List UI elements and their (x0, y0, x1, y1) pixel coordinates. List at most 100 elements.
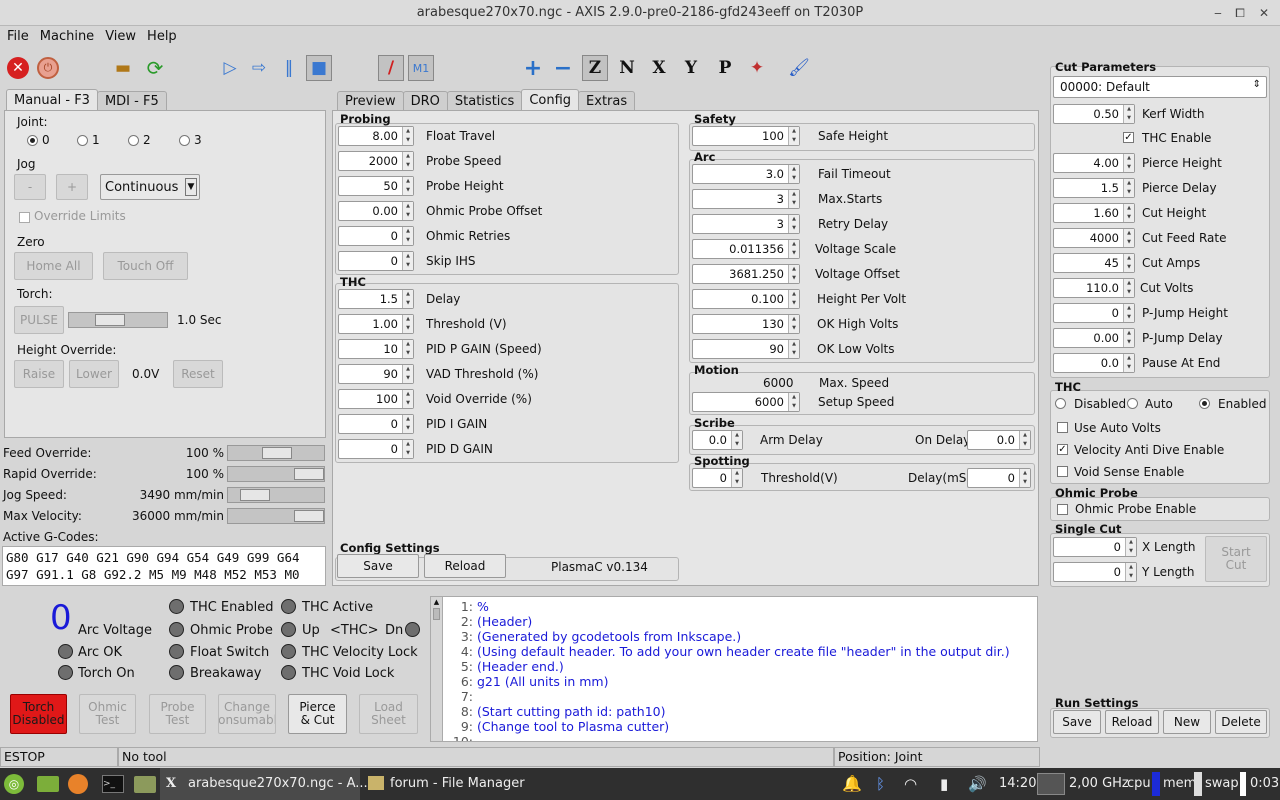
pjump-height-spinbox[interactable]: 0 ▲ ▼ (1053, 303, 1135, 323)
probe-test-button[interactable]: Probe Test (149, 694, 206, 734)
files-icon[interactable] (134, 776, 156, 793)
menu-view[interactable]: View (101, 26, 140, 48)
tab-mdi[interactable]: MDI - F5 (96, 91, 167, 111)
view-x-icon[interactable]: X (646, 55, 672, 81)
pulse-slider-thumb[interactable] (95, 314, 125, 326)
probe-height-spinbox[interactable]: 50 ▲ ▼ (338, 176, 414, 196)
thc-delay-spinbox[interactable]: 1.5 ▲ ▼ (338, 289, 414, 309)
auto-volts-checkbox[interactable] (1057, 422, 1068, 433)
change-consumable-button[interactable]: Change Consumable (218, 694, 276, 734)
gcode-scrollbar[interactable]: ▲ (431, 597, 443, 741)
setup-speed-spinbox[interactable]: 6000 ▲ ▼ (692, 392, 800, 412)
kerf-width-spinbox[interactable]: 0.50 ▲ ▼ (1053, 104, 1135, 124)
voltage-offset-spinbox[interactable]: 3681.250 ▲ ▼ (692, 264, 800, 284)
tab-dro[interactable]: DRO (402, 91, 448, 111)
jog-speed-slider[interactable] (227, 487, 325, 503)
joint-radio-2[interactable] (128, 135, 139, 146)
gcode-line[interactable]: 7: (445, 689, 1010, 704)
fail-timeout-spinbox[interactable]: 3.0 ▲ ▼ (692, 164, 800, 184)
view-y-icon[interactable]: Y (678, 55, 704, 81)
firefox-icon[interactable] (68, 774, 88, 794)
feed-override-slider[interactable] (227, 445, 325, 461)
thc-enabled-radio[interactable] (1199, 398, 1210, 409)
joint-radio-3[interactable] (179, 135, 190, 146)
jog-plus-button[interactable]: + (56, 174, 88, 200)
tab-statistics[interactable]: Statistics (446, 91, 523, 111)
power-icon[interactable]: ⏻ (35, 55, 61, 81)
gcode-line[interactable]: 10: (445, 734, 1010, 741)
cut-feed-rate-spinbox[interactable]: 4000 ▲ ▼ (1053, 228, 1135, 248)
gcode-line[interactable]: 3: (Generated by gcodetools from Inkscape… (445, 629, 1010, 644)
void-override-spinbox[interactable]: 100 ▲ ▼ (338, 389, 414, 409)
retry-delay-spinbox[interactable]: 3 ▲ ▼ (692, 214, 800, 234)
ok-high-volts-spinbox[interactable]: 130 ▲ ▼ (692, 314, 800, 334)
cut-height-spinbox[interactable]: 1.60 ▲ ▼ (1053, 203, 1135, 223)
gcode-line[interactable]: 2: (Header) (445, 614, 1010, 629)
minimize-icon[interactable]: ‒ (1208, 0, 1228, 26)
slider-thumb[interactable] (294, 510, 324, 522)
torch-disabled-button[interactable]: Torch Disabled (10, 694, 67, 734)
slider-thumb[interactable] (240, 489, 270, 501)
run-save-button[interactable]: Save (1053, 710, 1101, 734)
home-all-button[interactable]: Home All (14, 252, 93, 280)
spotting-delay-spinbox[interactable]: 0 ▲ ▼ (967, 468, 1031, 488)
voltage-scale-spinbox[interactable]: 0.011356 ▲ ▼ (692, 239, 800, 259)
raise-button[interactable]: Raise (14, 360, 64, 388)
pause-icon[interactable]: ‖ (276, 55, 302, 81)
run-new-button[interactable]: New (1163, 710, 1211, 734)
reload-icon[interactable]: ⟳ (142, 55, 168, 81)
tab-config[interactable]: Config (521, 89, 580, 111)
skip-ihs-spinbox[interactable]: 0 ▲ ▼ (338, 251, 414, 271)
block-delete-icon[interactable]: / (378, 55, 404, 81)
spotting-threshold-spinbox[interactable]: 0 ▲ ▼ (692, 468, 743, 488)
arm-delay-spinbox[interactable]: 0.0 ▲ ▼ (692, 430, 743, 450)
ohmic-retries-spinbox[interactable]: 0 ▲ ▼ (338, 226, 414, 246)
clock[interactable]: 14:20 (999, 768, 1036, 800)
thc-disabled-radio[interactable] (1055, 398, 1066, 409)
close-icon[interactable]: ✕ (1254, 0, 1274, 26)
tab-manual[interactable]: Manual - F3 (6, 89, 98, 111)
maximize-icon[interactable]: ⧠ (1230, 0, 1250, 26)
estop-icon[interactable]: ✕ (5, 55, 31, 81)
x-length-spinbox[interactable]: 0 ▲ ▼ (1053, 537, 1137, 557)
thc-threshold-spinbox[interactable]: 1.00 ▲ ▼ (338, 314, 414, 334)
volume-icon[interactable]: 🔊 (968, 768, 987, 800)
rapid-override-slider[interactable] (227, 466, 325, 482)
void-sense-checkbox[interactable] (1057, 466, 1068, 477)
zoom-in-icon[interactable]: + (520, 55, 546, 81)
view-z-icon[interactable]: Z (582, 55, 608, 81)
jog-minus-button[interactable]: - (14, 174, 46, 200)
config-reload-button[interactable]: Reload (424, 554, 506, 578)
pid-d-gain-spinbox[interactable]: 0 ▲ ▼ (338, 439, 414, 459)
vad-threshold-spinbox[interactable]: 90 ▲ ▼ (338, 364, 414, 384)
probe-speed-spinbox[interactable]: 2000 ▲ ▼ (338, 151, 414, 171)
float-travel-spinbox[interactable]: 8.00 ▲ ▼ (338, 126, 414, 146)
override-limits-checkbox[interactable] (19, 212, 30, 223)
max-velocity-slider[interactable] (227, 508, 325, 524)
run-delete-button[interactable]: Delete (1215, 710, 1267, 734)
terminal-icon[interactable]: >_ (102, 775, 124, 793)
start-cut-button[interactable]: Start Cut (1205, 536, 1267, 582)
run-reload-button[interactable]: Reload (1105, 710, 1159, 734)
ok-low-volts-spinbox[interactable]: 90 ▲ ▼ (692, 339, 800, 359)
stop-icon[interactable]: ■ (306, 55, 332, 81)
material-select[interactable]: 00000: Default ⇕ (1053, 76, 1267, 98)
menu-help[interactable]: Help (143, 26, 181, 48)
reset-button[interactable]: Reset (173, 360, 223, 388)
pid-i-gain-spinbox[interactable]: 0 ▲ ▼ (338, 414, 414, 434)
cut-volts-spinbox[interactable]: 110.0 ▲ ▼ (1053, 278, 1135, 298)
lower-button[interactable]: Lower (69, 360, 119, 388)
show-desktop-icon[interactable] (37, 776, 59, 792)
ohmic-enable-checkbox[interactable] (1057, 504, 1068, 515)
gcode-viewer[interactable]: ▲ 1:% 2: (Header) 3: (Generated by gcodetool… (430, 596, 1038, 742)
touch-off-button[interactable]: Touch Off (103, 252, 188, 280)
taskbar-window-filemanager[interactable]: forum - File Manager (362, 768, 562, 800)
gcode-line[interactable]: 9: (Change tool to Plasma cutter) (445, 719, 1010, 734)
menu-machine[interactable]: Machine (36, 26, 98, 48)
thc-auto-radio[interactable] (1127, 398, 1138, 409)
ohmic-test-button[interactable]: Ohmic Test (79, 694, 136, 734)
view-z2-icon[interactable]: N (614, 55, 640, 81)
pid-p-gain-spinbox[interactable]: 10 ▲ ▼ (338, 339, 414, 359)
cut-amps-spinbox[interactable]: 45 ▲ ▼ (1053, 253, 1135, 273)
jog-mode-select[interactable]: Continuous ▼ (100, 174, 200, 200)
